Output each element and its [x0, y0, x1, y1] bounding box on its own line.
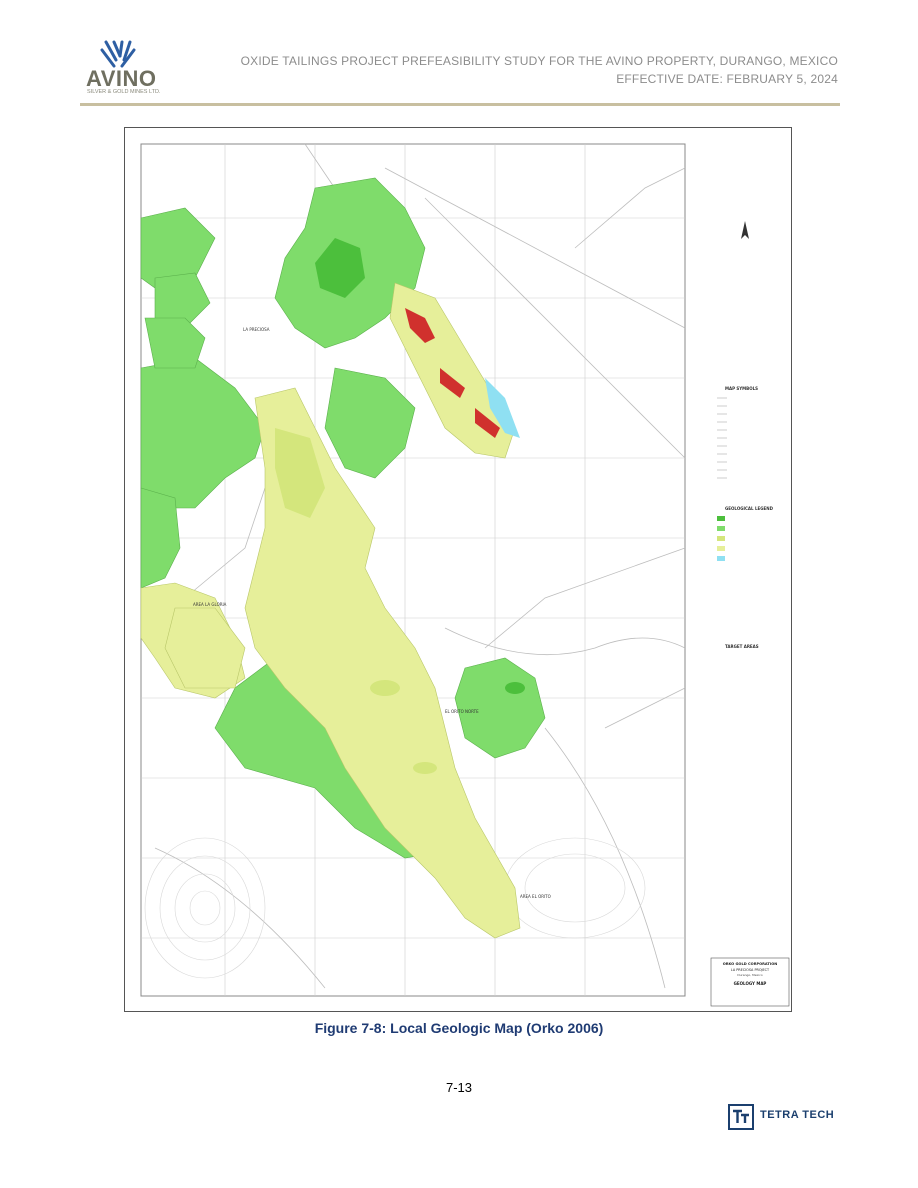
- title-block-company: ORKO GOLD CORPORATION: [723, 962, 778, 966]
- effective-date: EFFECTIVE DATE: FEBRUARY 5, 2024: [616, 72, 838, 86]
- north-arrow-icon: [741, 221, 749, 239]
- title-block-map-title: GEOLOGY MAP: [734, 981, 767, 986]
- tetra-tech-brand: TETRA TECH: [760, 1109, 835, 1121]
- label-el-orito: EL ORITO NORTE: [445, 709, 479, 714]
- header-divider: [80, 103, 840, 106]
- geologic-map-figure: LA PRECIOSA AREA LA GLORIA EL ORITO NORT…: [124, 127, 792, 1012]
- label-la-gloria: AREA LA GLORIA: [193, 602, 227, 607]
- title-block-location: Durango, Mexico: [737, 973, 762, 977]
- figure-caption: Figure 7-8: Local Geologic Map (Orko 200…: [314, 1020, 604, 1036]
- legend-target-areas: TARGET AREAS: [725, 644, 759, 649]
- label-la-preciosa: LA PRECIOSA: [243, 327, 270, 332]
- tetra-tech-logo-icon: [728, 1104, 754, 1130]
- map-title-block: ORKO GOLD CORPORATION LA PRECIOSA PROJEC…: [710, 957, 790, 1007]
- title-block-project: LA PRECIOSA PROJECT: [731, 968, 770, 972]
- report-title: OXIDE TAILINGS PROJECT PREFEASIBILITY ST…: [240, 54, 838, 68]
- legend-geological: GEOLOGICAL LEGEND: [725, 506, 774, 511]
- avino-logo-subtext: SILVER & GOLD MINES LTD.: [87, 89, 161, 95]
- legend-map-symbols: MAP SYMBOLS: [725, 386, 758, 391]
- label-el-orito-sur: AREA EL ORITO: [520, 894, 551, 899]
- map-legend: MAP SYMBOLS GEOLOGICAL LEGEND TARGET ARE…: [717, 386, 774, 649]
- page-number: 7-13: [445, 1080, 473, 1095]
- geologic-map: LA PRECIOSA AREA LA GLORIA EL ORITO NORT…: [140, 143, 790, 1007]
